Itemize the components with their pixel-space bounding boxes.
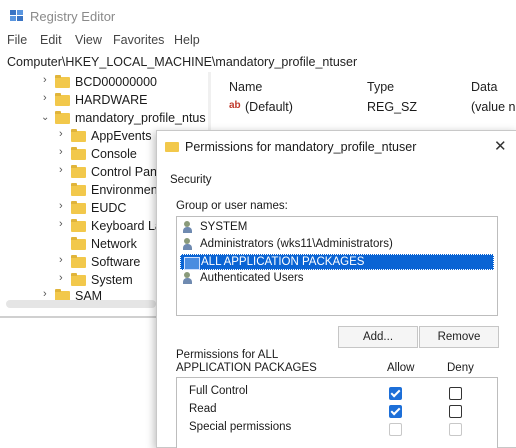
- menu-view[interactable]: View: [75, 33, 102, 47]
- tree-item-mandatory-profile[interactable]: ⌄ mandatory_profile_ntus: [0, 110, 207, 128]
- permission-label: Special permissions: [189, 421, 292, 433]
- deny-checkbox: [449, 423, 462, 436]
- folder-icon: [55, 93, 70, 106]
- tree-item-hardware[interactable]: › HARDWARE: [0, 92, 207, 110]
- tree-item-label: mandatory_profile_ntus: [75, 111, 206, 125]
- title-bar: Registry Editor: [10, 0, 310, 30]
- tree-item-label: HARDWARE: [75, 93, 148, 107]
- chevron-right-icon[interactable]: ›: [59, 146, 63, 158]
- menu-favorites[interactable]: Favorites: [113, 33, 164, 47]
- chevron-right-icon[interactable]: ›: [59, 128, 63, 140]
- allow-checkbox[interactable]: [389, 387, 402, 400]
- user-label: Administrators (wks11\Administrators): [200, 238, 393, 250]
- column-header-data[interactable]: Data: [471, 80, 497, 94]
- chevron-right-icon[interactable]: ›: [59, 164, 63, 176]
- permission-label: Full Control: [189, 385, 248, 397]
- tree-item-label: Console: [91, 147, 137, 161]
- user-label: Authenticated Users: [200, 272, 304, 284]
- group-names-label: Group or user names:: [176, 200, 288, 212]
- add-button[interactable]: Add...: [338, 326, 418, 348]
- tree-item-label: Software: [91, 255, 141, 269]
- folder-icon: [71, 129, 86, 142]
- tree-item-label: Network: [91, 237, 137, 251]
- user-row-authenticated-users[interactable]: Authenticated Users: [180, 271, 494, 287]
- user-group-icon: [183, 221, 197, 234]
- value-name[interactable]: (Default): [245, 100, 293, 114]
- horizontal-scrollbar[interactable]: [6, 300, 156, 308]
- folder-icon: [71, 255, 86, 268]
- deny-column-header: Deny: [447, 362, 474, 374]
- permissions-label-line1: Permissions for ALL: [176, 349, 279, 361]
- chevron-right-icon[interactable]: ›: [59, 218, 63, 230]
- permissions-dialog: Permissions for mandatory_profile_ntuser…: [156, 130, 516, 448]
- folder-icon: [71, 237, 86, 250]
- chevron-right-icon[interactable]: ›: [59, 272, 63, 284]
- folder-icon: [71, 273, 86, 286]
- user-row-administrators[interactable]: Administrators (wks11\Administrators): [180, 237, 494, 253]
- value-type: REG_SZ: [367, 100, 418, 114]
- menu-edit[interactable]: Edit: [40, 33, 62, 47]
- chevron-right-icon[interactable]: ›: [59, 254, 63, 266]
- menu-bar: File Edit View Favorites Help: [0, 33, 516, 51]
- folder-icon: [71, 183, 86, 196]
- folder-icon: [71, 165, 86, 178]
- permission-label: Read: [189, 403, 217, 415]
- permission-row-read: Read: [177, 400, 497, 418]
- column-header-name[interactable]: Name: [229, 80, 262, 94]
- allow-checkbox: [389, 423, 402, 436]
- permission-row-special: Special permissions: [177, 418, 497, 436]
- address-text[interactable]: Computer\HKEY_LOCAL_MACHINE\mandatory_pr…: [7, 55, 357, 69]
- tree-item-label: BCD00000000: [75, 75, 158, 89]
- menu-file[interactable]: File: [7, 33, 27, 47]
- deny-checkbox[interactable]: [449, 405, 462, 418]
- column-header-type[interactable]: Type: [367, 80, 394, 94]
- user-group-icon: [183, 238, 197, 251]
- value-data: (value no: [471, 100, 516, 114]
- allow-column-header: Allow: [387, 362, 415, 374]
- registry-editor-icon: [10, 10, 24, 22]
- window-border: [0, 316, 160, 318]
- permissions-list: Full Control Read Special permissions: [176, 377, 498, 448]
- folder-icon: [71, 219, 86, 232]
- chevron-right-icon[interactable]: ›: [43, 74, 47, 86]
- folder-open-icon: [55, 111, 70, 124]
- menu-help[interactable]: Help: [174, 33, 200, 47]
- chevron-right-icon[interactable]: ›: [43, 288, 47, 300]
- string-value-icon: ab: [229, 100, 241, 111]
- dialog-title: Permissions for mandatory_profile_ntuser: [185, 140, 417, 154]
- folder-icon: [165, 142, 179, 152]
- remove-button[interactable]: Remove: [419, 326, 499, 348]
- chevron-down-icon[interactable]: ⌄: [41, 112, 49, 123]
- user-row-system[interactable]: SYSTEM: [180, 220, 494, 236]
- user-group-icon: [183, 272, 197, 285]
- tree-item-label: Control Pan: [91, 165, 158, 179]
- user-row-all-application-packages[interactable]: ALL APPLICATION PACKAGES: [180, 254, 494, 270]
- address-bar[interactable]: Computer\HKEY_LOCAL_MACHINE\mandatory_pr…: [0, 54, 516, 72]
- permission-row-full-control: Full Control: [177, 382, 497, 400]
- tree-item-label: EUDC: [91, 201, 127, 215]
- permissions-label-line2: APPLICATION PACKAGES: [176, 362, 317, 374]
- close-icon[interactable]: ✕: [494, 137, 507, 155]
- chevron-right-icon[interactable]: ›: [43, 92, 47, 104]
- tree-item-label: Environmen: [91, 183, 158, 197]
- tree-item-bcd[interactable]: › BCD00000000: [0, 74, 207, 92]
- tree-item-label: AppEvents: [91, 129, 152, 143]
- users-list: SYSTEM Administrators (wks11\Administrat…: [176, 216, 498, 316]
- folder-icon: [71, 201, 86, 214]
- deny-checkbox[interactable]: [449, 387, 462, 400]
- tab-security[interactable]: Security: [170, 174, 212, 186]
- chevron-right-icon[interactable]: ›: [59, 200, 63, 212]
- tree-item-label: Keyboard La: [91, 219, 162, 233]
- app-package-icon: [184, 257, 200, 270]
- tree-item-label: System: [91, 273, 133, 287]
- folder-icon: [55, 75, 70, 88]
- folder-icon: [71, 147, 86, 160]
- allow-checkbox[interactable]: [389, 405, 402, 418]
- user-label: ALL APPLICATION PACKAGES: [201, 256, 365, 268]
- window-title: Registry Editor: [30, 9, 116, 24]
- user-label: SYSTEM: [200, 221, 248, 233]
